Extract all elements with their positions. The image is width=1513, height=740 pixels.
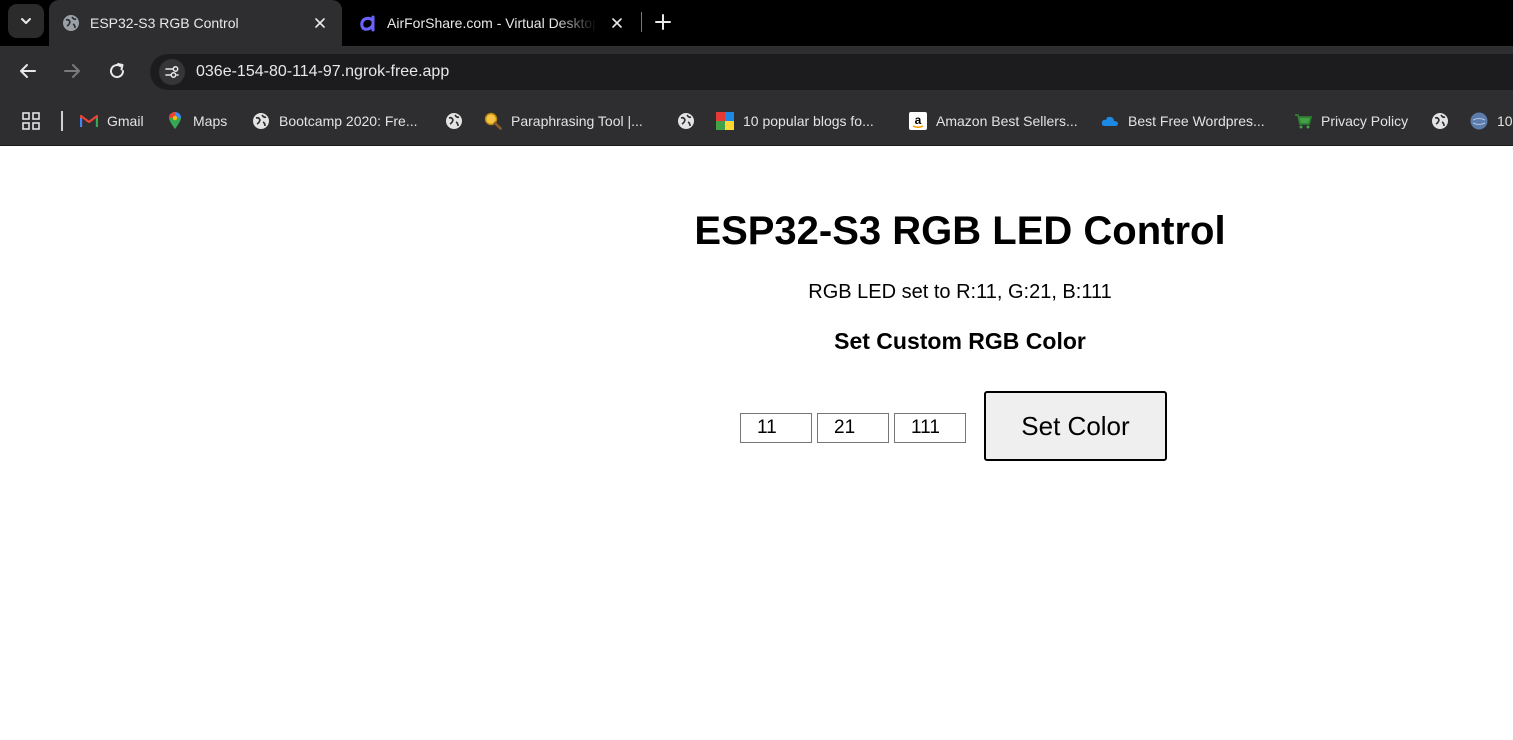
chevron-down-icon: [21, 18, 31, 24]
page-title: ESP32-S3 RGB LED Control: [694, 209, 1226, 253]
apps-button[interactable]: [22, 109, 40, 133]
page-content: ESP32-S3 RGB LED Control RGB LED set to …: [0, 147, 1513, 740]
tab-separator: [641, 12, 642, 32]
bookmarks-divider: [61, 111, 63, 131]
tab-search-button[interactable]: [8, 4, 44, 38]
bookmark-paraphrasing-tool[interactable]: Paraphrasing Tool |...: [484, 109, 643, 133]
bookmarks-bar: Gmail Maps Bootcamp 2020: Fre... Paraphr…: [0, 96, 1513, 146]
cart-icon: [1294, 112, 1312, 130]
set-color-button[interactable]: Set Color: [984, 391, 1167, 461]
globe-icon: [252, 112, 270, 130]
bookmark-unnamed[interactable]: [1431, 109, 1449, 133]
back-button[interactable]: [16, 59, 40, 83]
back-arrow-icon: [20, 64, 36, 78]
magnifier-icon: [484, 112, 502, 130]
bookmark-unnamed[interactable]: [677, 109, 695, 133]
tab-airforshare[interactable]: AirForShare.com - Virtual Desktop: [350, 0, 635, 46]
bookmark-label: Bootcamp 2020: Fre...: [279, 113, 418, 129]
bookmark-gmail[interactable]: Gmail: [80, 109, 144, 133]
green-value-input[interactable]: [817, 413, 889, 443]
forward-arrow-icon: [64, 64, 80, 78]
bookmark-truncated[interactable]: 10: [1470, 109, 1513, 133]
url-text[interactable]: 036e-154-80-114-97.ngrok-free.app: [196, 63, 449, 81]
bookmark-privacy-policy[interactable]: Privacy Policy: [1294, 109, 1408, 133]
new-tab-button[interactable]: [651, 10, 675, 34]
bookmark-label: Paraphrasing Tool |...: [511, 113, 643, 129]
tab-title: AirForShare.com - Virtual Desktop: [387, 15, 597, 31]
site-info-icon[interactable]: [159, 59, 185, 85]
address-bar[interactable]: 036e-154-80-114-97.ngrok-free.app: [150, 54, 1513, 90]
bookmark-label: Best Free Wordpres...: [1128, 113, 1265, 129]
close-tab-icon[interactable]: [310, 13, 330, 33]
bookmark-best-free-wordpress[interactable]: Best Free Wordpres...: [1101, 109, 1265, 133]
globe-icon: [445, 112, 463, 130]
site-icon: [1470, 112, 1488, 130]
blue-value-input[interactable]: [894, 413, 966, 443]
red-value-input[interactable]: [740, 413, 812, 443]
maps-icon: [166, 112, 184, 130]
amazon-icon: a: [909, 112, 927, 130]
tab-title: ESP32-S3 RGB Control: [90, 15, 239, 31]
tab-esp32-rgb-control[interactable]: ESP32-S3 RGB Control: [49, 0, 342, 46]
reload-icon: [110, 63, 125, 79]
led-status-text: RGB LED set to R:11, G:21, B:111: [808, 281, 1112, 303]
svg-text:a: a: [915, 113, 922, 127]
bookmark-bootcamp[interactable]: Bootcamp 2020: Fre...: [252, 109, 418, 133]
bookmark-label: 10: [1497, 113, 1513, 129]
browser-toolbar: 036e-154-80-114-97.ngrok-free.app: [0, 46, 1513, 96]
bookmark-label: Amazon Best Sellers...: [936, 113, 1078, 129]
plus-icon: [655, 14, 671, 30]
bookmark-popular-blogs[interactable]: 10 popular blogs fo...: [716, 109, 874, 133]
bookmark-unnamed[interactable]: [445, 109, 463, 133]
airforshare-icon: [358, 13, 378, 33]
globe-icon: [1431, 112, 1449, 130]
blog-icon: [716, 112, 734, 130]
reload-button[interactable]: [105, 59, 129, 83]
bookmark-label: 10 popular blogs fo...: [743, 113, 874, 129]
bookmark-label: Privacy Policy: [1321, 113, 1409, 129]
gmail-icon: [80, 112, 98, 130]
forward-button[interactable]: [60, 59, 84, 83]
apps-grid-icon: [22, 112, 40, 130]
tab-strip: ESP32-S3 RGB Control AirForShare.com - V…: [0, 0, 1513, 46]
close-tab-icon[interactable]: [607, 13, 627, 33]
bookmark-amazon-best-sellers[interactable]: a Amazon Best Sellers...: [909, 109, 1078, 133]
bookmark-label: Gmail: [107, 113, 144, 129]
globe-icon: [61, 13, 81, 33]
bookmark-maps[interactable]: Maps: [166, 109, 227, 133]
custom-color-heading: Set Custom RGB Color: [834, 328, 1086, 354]
globe-icon: [677, 112, 695, 130]
cloud-icon: [1101, 112, 1119, 130]
bookmark-label: Maps: [193, 113, 228, 129]
